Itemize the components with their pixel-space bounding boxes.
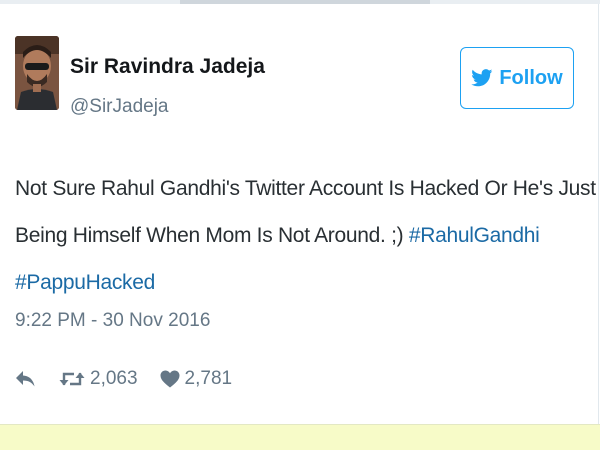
bottom-highlight-band	[0, 424, 600, 450]
heart-icon	[160, 370, 180, 388]
avatar[interactable]	[15, 36, 59, 110]
tweet-text-line-2-body: Being Himself When Mom Is Not Around. ;)	[15, 224, 409, 247]
page: Sir Ravindra Jadeja @SirJadeja Follow No…	[0, 0, 600, 450]
tweet-timestamp[interactable]: 9:22 PM - 30 Nov 2016	[15, 310, 210, 332]
tweet-text-line-2: Being Himself When Mom Is Not Around. ;)…	[15, 212, 585, 259]
avatar-image	[15, 36, 59, 110]
retweet-icon	[59, 369, 85, 389]
author-display-name[interactable]: Sir Ravindra Jadeja	[70, 55, 265, 79]
like-button[interactable]: 2,781	[160, 368, 233, 390]
embedded-tweet-card: Sir Ravindra Jadeja @SirJadeja Follow No…	[0, 4, 599, 424]
reply-button[interactable]	[15, 370, 37, 388]
follow-button[interactable]: Follow	[460, 47, 574, 109]
tweet-text-line-1: Not Sure Rahul Gandhi's Twitter Account …	[15, 177, 596, 200]
hashtag-link-rahulgandhi[interactable]: #RahulGandhi	[409, 224, 540, 247]
follow-button-label: Follow	[499, 66, 563, 89]
retweet-count: 2,063	[90, 368, 138, 389]
tweet-actions: 2,063 2,781	[15, 364, 232, 394]
hashtag-link-pappuhacked[interactable]: #PappuHacked	[15, 271, 155, 294]
like-count: 2,781	[184, 368, 233, 389]
tweet-text-line-3: #PappuHacked	[15, 259, 585, 306]
reply-icon	[15, 370, 37, 388]
author-handle[interactable]: @SirJadeja	[70, 96, 169, 118]
tweet-text: Not Sure Rahul Gandhi's Twitter Account …	[15, 165, 596, 306]
twitter-bird-icon	[471, 69, 493, 87]
retweet-button[interactable]: 2,063	[59, 368, 138, 390]
